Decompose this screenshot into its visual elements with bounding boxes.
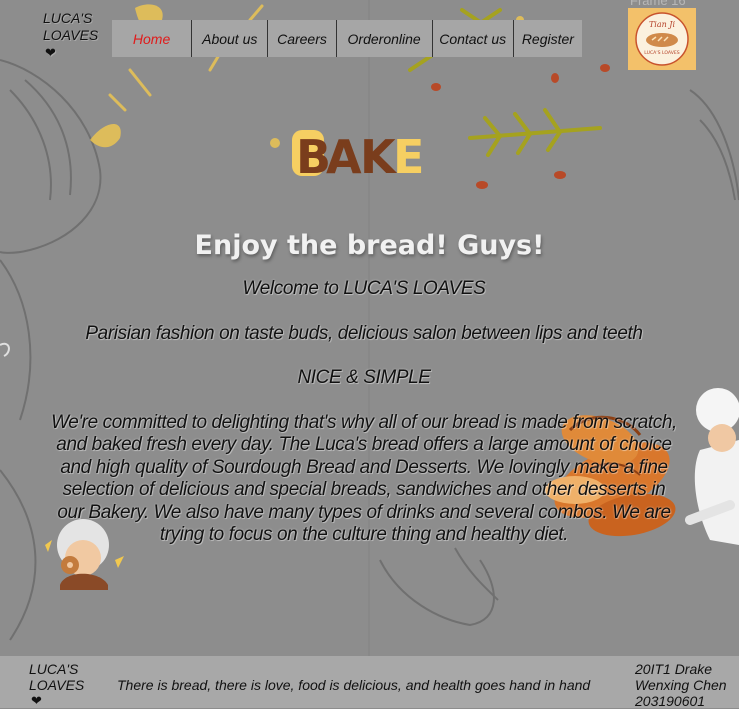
tagline-text: Parisian fashion on taste buds, deliciou… bbox=[85, 322, 643, 344]
footer-slogan: There is bread, there is love, food is d… bbox=[117, 677, 591, 693]
description-text: We're committed to delighting that's why… bbox=[51, 411, 677, 546]
brand-name-line2: LOAVES bbox=[43, 27, 99, 43]
main-navigation: Home About us Careers Orderonline Contac… bbox=[112, 20, 582, 57]
heart-icon: ❤ bbox=[45, 45, 56, 60]
page-heading: Enjoy the bread! Guys! bbox=[194, 230, 545, 262]
bakery-logo-emblem: Tian Ji LUCA'S LOAVES bbox=[635, 12, 689, 66]
footer-credits: 20IT1 Drake Wenxing Chen 203190601 bbox=[635, 661, 727, 709]
credit-student-id: 203190601 bbox=[635, 693, 706, 709]
footer-heart-icon: ❤ bbox=[31, 693, 42, 708]
footer-brand-line2: LOAVES bbox=[29, 677, 85, 693]
nav-register[interactable]: Register bbox=[514, 20, 582, 57]
svg-text:A: A bbox=[326, 130, 362, 184]
bakery-logo[interactable]: Tian Ji LUCA'S LOAVES bbox=[628, 8, 696, 70]
nav-about-us[interactable]: About us bbox=[192, 20, 269, 57]
logo-bottom-text: LUCA'S LOAVES bbox=[644, 50, 680, 56]
nav-contact-us[interactable]: Contact us bbox=[433, 20, 514, 57]
brand-logo-text[interactable]: LUCA'S LOAVES ❤ bbox=[43, 10, 98, 61]
welcome-text: Welcome to LUCA'S LOAVES bbox=[242, 278, 486, 299]
motto-text: NICE & SIMPLE bbox=[297, 367, 431, 388]
brand-name-line1: LUCA'S bbox=[43, 10, 93, 26]
credit-author: Wenxing Chen bbox=[635, 677, 727, 693]
frame-label: Frame 16 bbox=[630, 0, 686, 8]
nav-careers[interactable]: Careers bbox=[268, 20, 337, 57]
logo-top-text: Tian Ji bbox=[649, 20, 676, 29]
nav-order-online[interactable]: Orderonline bbox=[337, 20, 433, 57]
nav-home[interactable]: Home bbox=[112, 20, 193, 57]
footer-brand: LUCA'S LOAVES ❤ bbox=[29, 661, 84, 709]
footer-brand-line1: LUCA'S bbox=[29, 661, 79, 677]
intro-section: Welcome to LUCA'S LOAVES Parisian fashio… bbox=[50, 278, 678, 569]
site-footer: LUCA'S LOAVES ❤ There is bread, there is… bbox=[0, 656, 739, 709]
credit-class: 20IT1 Drake bbox=[635, 661, 713, 677]
svg-text:E: E bbox=[393, 130, 424, 184]
